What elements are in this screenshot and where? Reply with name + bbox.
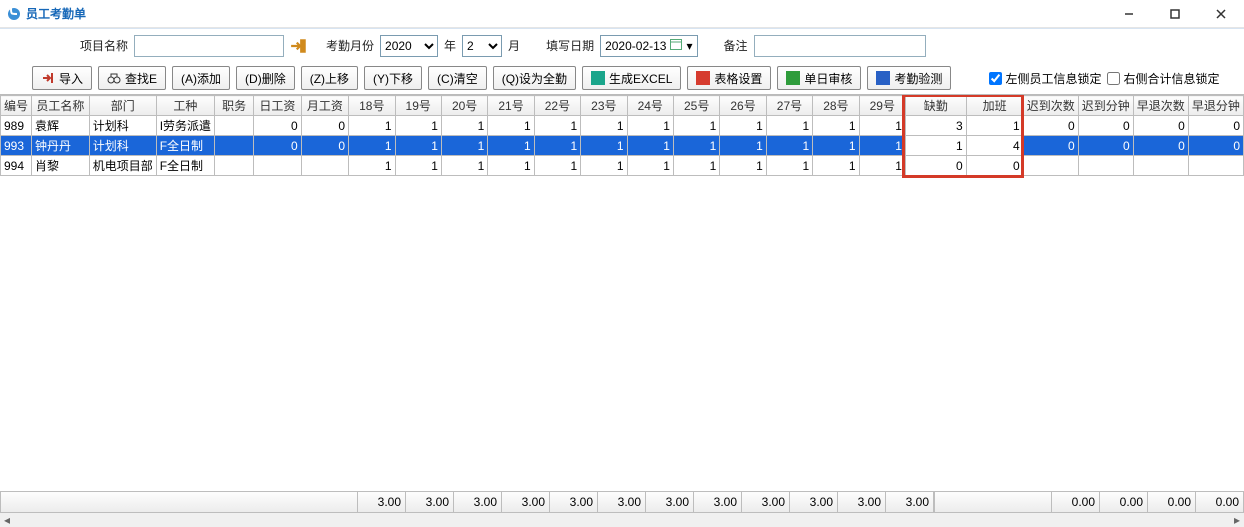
column-header[interactable]: 29号 xyxy=(859,96,905,116)
footer-cell: 3.00 xyxy=(790,491,838,513)
column-header[interactable]: 迟到分钟 xyxy=(1078,96,1133,116)
year-select[interactable]: 2020 xyxy=(380,35,438,57)
footer-totals: 3.003.003.003.003.003.003.003.003.003.00… xyxy=(0,491,1244,513)
fill-date-value: 2020-02-13 xyxy=(605,39,666,53)
column-header[interactable]: 26号 xyxy=(720,96,766,116)
lock-left-checkbox[interactable]: 左侧员工信息锁定 xyxy=(989,70,1101,87)
audit-icon xyxy=(786,71,800,85)
column-header[interactable]: 19号 xyxy=(395,96,441,116)
column-header[interactable]: 迟到次数 xyxy=(1023,96,1078,116)
footer-cell: 3.00 xyxy=(886,491,934,513)
remark-input[interactable] xyxy=(754,35,926,57)
column-header[interactable]: 月工资 xyxy=(301,96,348,116)
table-row[interactable]: 994肖黎机电项目部F全日制11111111111100 xyxy=(1,156,1244,176)
footer-cell: 0.00 xyxy=(1100,491,1148,513)
toolbar: 导入 查找E (A)添加 (D)删除 (Z)上移 (Y)下移 (C)清空 (Q)… xyxy=(0,62,1244,94)
column-header[interactable]: 20号 xyxy=(441,96,487,116)
verify-button[interactable]: 考勤验测 xyxy=(867,66,951,90)
column-header[interactable]: 18号 xyxy=(349,96,395,116)
find-button[interactable]: 查找E xyxy=(98,66,166,90)
excel-button[interactable]: 生成EXCEL xyxy=(582,66,681,90)
column-header[interactable]: 28号 xyxy=(813,96,859,116)
column-header[interactable]: 23号 xyxy=(581,96,627,116)
column-header[interactable]: 部门 xyxy=(89,96,156,116)
single-day-audit-button[interactable]: 单日审核 xyxy=(777,66,861,90)
horizontal-scrollbar[interactable]: ◂ ▸ xyxy=(0,513,1244,527)
table-settings-button[interactable]: 表格设置 xyxy=(687,66,771,90)
footer-cell: 0.00 xyxy=(1196,491,1244,513)
column-header[interactable]: 21号 xyxy=(488,96,534,116)
fill-date-picker[interactable]: 2020-02-13 ▾ xyxy=(600,35,697,57)
grid-icon xyxy=(696,71,710,85)
maximize-button[interactable] xyxy=(1152,0,1198,28)
column-header[interactable]: 缺勤 xyxy=(905,96,966,116)
lock-right-checkbox[interactable]: 右侧合计信息锁定 xyxy=(1107,70,1219,87)
attendance-grid[interactable]: 编号员工名称部门工种职务日工资月工资18号19号20号21号22号23号24号2… xyxy=(0,94,1244,478)
titlebar: 员工考勤单 xyxy=(0,0,1244,28)
column-header[interactable]: 早退分钟 xyxy=(1188,96,1243,116)
month-label: 考勤月份 xyxy=(326,37,374,54)
month-suffix: 月 xyxy=(508,37,520,54)
footer-cell: 3.00 xyxy=(550,491,598,513)
delete-button[interactable]: (D)删除 xyxy=(236,66,295,90)
set-full-button[interactable]: (Q)设为全勤 xyxy=(493,66,576,90)
column-header[interactable]: 24号 xyxy=(627,96,673,116)
footer-cell: 0.00 xyxy=(1148,491,1196,513)
column-header[interactable]: 25号 xyxy=(673,96,719,116)
footer-cell: 3.00 xyxy=(358,491,406,513)
column-header[interactable]: 工种 xyxy=(156,96,214,116)
chevron-down-icon: ▾ xyxy=(686,39,692,53)
scroll-right-arrow[interactable]: ▸ xyxy=(1230,513,1244,527)
excel-icon xyxy=(591,71,605,85)
column-header[interactable]: 加班 xyxy=(966,96,1023,116)
filter-bar: 项目名称 考勤月份 2020 年 2 月 填写日期 2020-02-13 ▾ 备… xyxy=(0,28,1244,62)
table-row[interactable]: 989袁辉计划科I劳务派遣00111111111111310000 xyxy=(1,116,1244,136)
project-lookup-icon[interactable] xyxy=(290,37,308,55)
column-header[interactable]: 27号 xyxy=(766,96,812,116)
window-title: 员工考勤单 xyxy=(26,5,1106,22)
import-button[interactable]: 导入 xyxy=(32,66,92,90)
move-down-button[interactable]: (Y)下移 xyxy=(364,66,422,90)
footer-cell: 3.00 xyxy=(598,491,646,513)
project-name-label: 项目名称 xyxy=(80,37,128,54)
year-suffix: 年 xyxy=(444,37,456,54)
remark-label: 备注 xyxy=(724,37,748,54)
scroll-left-arrow[interactable]: ◂ xyxy=(0,513,14,527)
column-header[interactable]: 早退次数 xyxy=(1133,96,1188,116)
import-icon xyxy=(41,71,55,85)
column-header[interactable]: 职务 xyxy=(215,96,254,116)
project-name-input[interactable] xyxy=(134,35,284,57)
footer-cell: 3.00 xyxy=(838,491,886,513)
add-button[interactable]: (A)添加 xyxy=(172,66,230,90)
footer-cell: 3.00 xyxy=(646,491,694,513)
footer-cell: 0.00 xyxy=(1052,491,1100,513)
footer-cell: 3.00 xyxy=(742,491,790,513)
move-up-button[interactable]: (Z)上移 xyxy=(301,66,358,90)
verify-icon xyxy=(876,71,890,85)
column-header[interactable]: 日工资 xyxy=(254,96,301,116)
clear-button[interactable]: (C)清空 xyxy=(428,66,487,90)
app-icon xyxy=(6,6,22,22)
fill-date-label: 填写日期 xyxy=(546,37,594,54)
column-header[interactable]: 编号 xyxy=(1,96,32,116)
calendar-icon xyxy=(670,38,682,53)
footer-cell: 3.00 xyxy=(502,491,550,513)
footer-cell: 3.00 xyxy=(694,491,742,513)
footer-cell: 3.00 xyxy=(454,491,502,513)
column-header[interactable]: 22号 xyxy=(534,96,580,116)
binoculars-icon xyxy=(107,71,121,85)
month-select[interactable]: 2 xyxy=(462,35,502,57)
column-header[interactable]: 员工名称 xyxy=(32,96,90,116)
footer-cell: 3.00 xyxy=(406,491,454,513)
table-row[interactable]: 993钟丹丹计划科F全日制00111111111111140000 xyxy=(1,136,1244,156)
close-button[interactable] xyxy=(1198,0,1244,28)
minimize-button[interactable] xyxy=(1106,0,1152,28)
